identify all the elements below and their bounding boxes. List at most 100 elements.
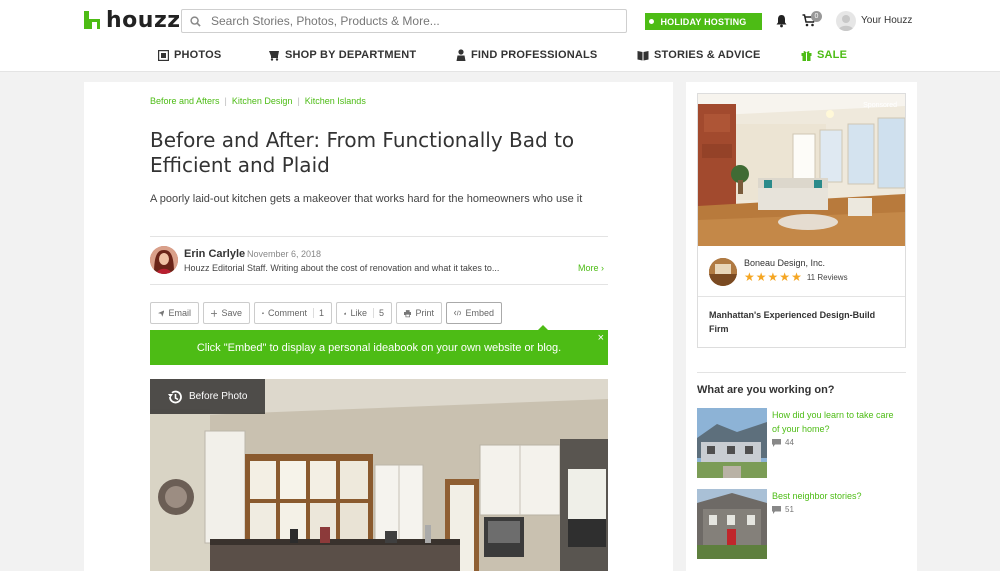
discussion-title[interactable]: How did you learn to take care of your h… <box>772 408 897 436</box>
thumbs-up-icon <box>344 311 347 315</box>
history-icon <box>168 390 182 403</box>
nav-shop[interactable]: SHOP BY DEPARTMENT <box>268 47 416 63</box>
sidebar: Sponsored Boneau Design, Inc. ★ ★ ★ ★ ★ … <box>686 82 917 571</box>
save-label: Save <box>221 308 242 318</box>
article-title: Before and After: From Functionally Bad … <box>150 128 575 177</box>
your-houzz-link[interactable]: Your Houzz <box>861 15 912 26</box>
logo-text: houzz <box>106 7 181 33</box>
star-rating: ★ ★ ★ ★ ★ 11 Reviews <box>744 271 848 283</box>
shop-icon <box>269 51 279 61</box>
comment-icon <box>772 505 781 514</box>
holiday-hosting-button[interactable]: HOLIDAY HOSTING <box>645 13 762 30</box>
discussion-count: 51 <box>785 505 794 514</box>
company-logo-image <box>709 258 737 286</box>
divider <box>697 372 906 373</box>
nav-professionals-label: FIND PROFESSIONALS <box>471 49 598 61</box>
comment-icon <box>772 438 781 447</box>
divider <box>150 236 608 237</box>
sponsored-ad-card[interactable]: Sponsored Boneau Design, Inc. ★ ★ ★ ★ ★ … <box>697 93 906 348</box>
nav-stories-label: STORIES & ADVICE <box>654 49 761 61</box>
cart-count-badge: 0 <box>811 11 822 22</box>
author-name[interactable]: Erin Carlyle <box>184 248 245 260</box>
save-button[interactable]: Save <box>203 302 250 324</box>
nav-sale[interactable]: SALE <box>801 47 847 63</box>
breadcrumb-before-and-afters[interactable]: Before and Afters <box>150 96 220 106</box>
houzz-logo[interactable]: houzz <box>84 7 181 33</box>
search-bar[interactable] <box>181 9 627 33</box>
comment-button[interactable]: Comment 1 <box>254 302 332 324</box>
article-subtitle: A poorly laid-out kitchen gets a makeove… <box>150 193 583 205</box>
comment-count-meta: 44 <box>772 438 794 447</box>
comment-count-meta: 51 <box>772 505 794 514</box>
article-panel: Before and Afters | Kitchen Design | Kit… <box>84 82 673 571</box>
nav-shop-label: SHOP BY DEPARTMENT <box>285 49 417 61</box>
email-label: Email <box>168 308 191 318</box>
main-nav: PHOTOS SHOP BY DEPARTMENT FIND PROFESSIO… <box>0 47 1000 63</box>
before-photo-label: Before Photo <box>189 391 248 402</box>
search-icon <box>190 15 201 27</box>
ad-tagline: Manhattan's Experienced Design-Build Fir… <box>709 310 876 334</box>
company-logo[interactable] <box>709 258 737 286</box>
code-icon <box>454 310 462 316</box>
publish-date: November 6, 2018 <box>247 249 322 259</box>
breadcrumb-separator: | <box>224 96 227 106</box>
review-count[interactable]: 11 Reviews <box>807 273 848 282</box>
nav-stories[interactable]: STORIES & ADVICE <box>637 47 761 63</box>
author-photo <box>150 246 178 274</box>
houzz-logo-icon <box>84 11 100 29</box>
nav-photos-label: PHOTOS <box>174 49 222 61</box>
embed-tooltip-text: Click "Embed" to display a personal idea… <box>196 341 562 354</box>
star-icon: ★ <box>779 270 791 284</box>
comment-count: 1 <box>312 308 324 318</box>
breadcrumb-kitchen-design[interactable]: Kitchen Design <box>232 96 293 106</box>
more-link[interactable]: More › <box>578 263 604 273</box>
more-label: More <box>578 263 599 273</box>
discussion-title[interactable]: Best neighbor stories? <box>772 489 897 503</box>
discussion-item[interactable]: How did you learn to take care of your h… <box>697 408 906 478</box>
like-button[interactable]: Like 5 <box>336 302 392 324</box>
company-name[interactable]: Boneau Design, Inc. <box>744 258 825 268</box>
photos-icon <box>158 49 169 61</box>
nav-photos[interactable]: PHOTOS <box>158 47 221 63</box>
professional-icon <box>456 49 466 61</box>
before-photo[interactable]: Before Photo <box>150 379 608 571</box>
star-icon: ★ <box>744 270 755 284</box>
embed-tooltip: Click "Embed" to display a personal idea… <box>150 325 608 365</box>
discussion-thumbnail[interactable] <box>697 408 767 478</box>
breadcrumb: Before and Afters | Kitchen Design | Kit… <box>150 96 366 106</box>
print-label: Print <box>415 308 434 318</box>
user-avatar[interactable] <box>836 11 856 31</box>
bell-icon[interactable] <box>775 14 788 28</box>
working-on-heading: What are you working on? <box>697 384 835 396</box>
star-icon: ★ <box>791 270 802 284</box>
tooltip-arrow <box>538 325 548 330</box>
book-icon <box>637 50 649 60</box>
discussion-thumbnail[interactable] <box>697 489 767 559</box>
sponsored-label: Sponsored <box>863 102 897 109</box>
nav-professionals[interactable]: FIND PROFESSIONALS <box>456 47 597 63</box>
close-icon[interactable]: × <box>598 332 604 344</box>
top-header: houzz HOLIDAY HOSTING 0 Your Houzz PHOTO… <box>0 0 1000 72</box>
comment-icon <box>262 312 264 314</box>
like-label: Like <box>350 308 367 318</box>
ad-image[interactable]: Sponsored <box>698 94 905 246</box>
breadcrumb-kitchen-islands[interactable]: Kitchen Islands <box>305 96 366 106</box>
discussion-count: 44 <box>785 438 794 447</box>
embed-button[interactable]: Embed <box>446 302 502 324</box>
send-icon <box>158 309 165 317</box>
user-icon <box>838 15 854 31</box>
printer-icon <box>404 309 412 317</box>
author-avatar[interactable] <box>150 246 178 274</box>
print-button[interactable]: Print <box>396 302 442 324</box>
email-button[interactable]: Email <box>150 302 199 324</box>
house-image <box>697 489 767 559</box>
discussion-item[interactable]: Best neighbor stories? 51 <box>697 489 906 559</box>
nav-sale-label: SALE <box>817 49 848 61</box>
star-icon: ★ <box>767 270 779 284</box>
star-icon: ★ <box>755 270 767 284</box>
divider <box>698 296 905 297</box>
comment-label: Comment <box>267 308 307 318</box>
search-input[interactable] <box>211 14 611 28</box>
plus-icon <box>211 309 218 317</box>
before-photo-badge: Before Photo <box>150 379 265 414</box>
